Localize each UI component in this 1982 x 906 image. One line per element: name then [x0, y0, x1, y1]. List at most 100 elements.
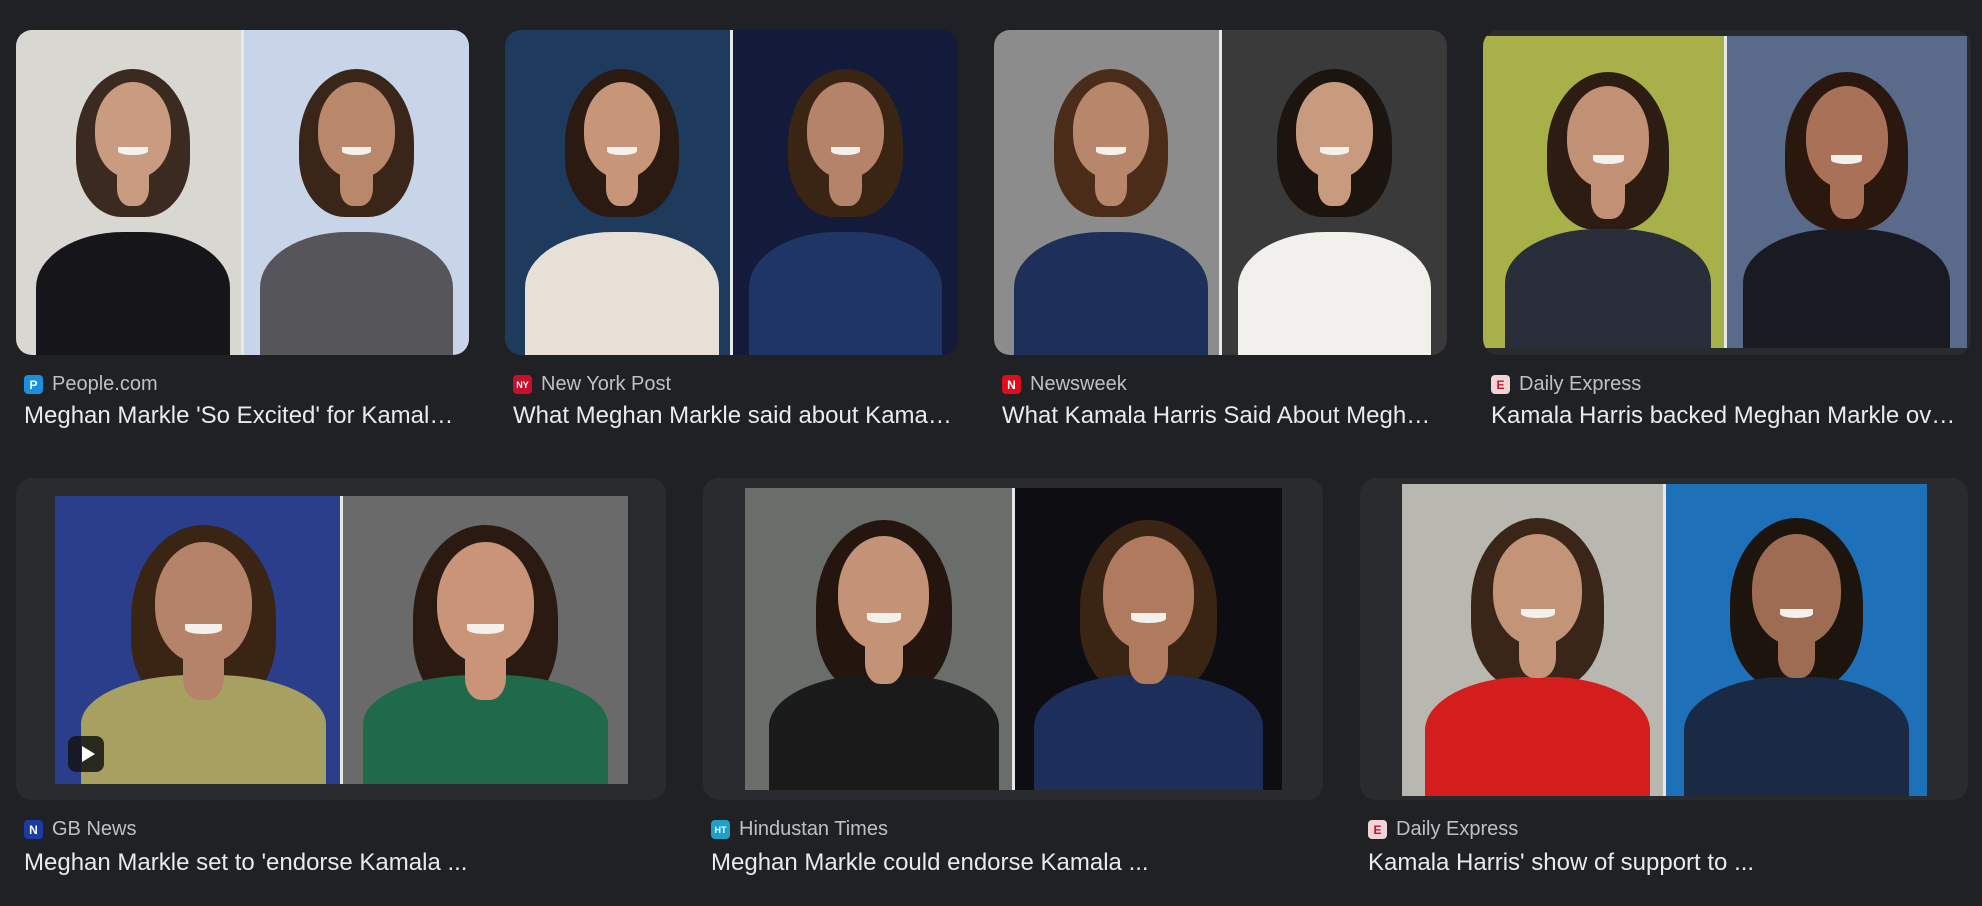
- thumbnail-left-photo: [16, 30, 241, 355]
- image-result-card[interactable]: N GB News Meghan Markle set to 'endorse Ka…: [16, 478, 666, 883]
- person-torso: [1684, 677, 1909, 796]
- image-result-card[interactable]: P People.com Meghan Markle 'So Excited' fo…: [16, 30, 469, 436]
- thumbnail-right-photo: [1015, 488, 1282, 790]
- person-face: [1805, 85, 1888, 189]
- result-thumbnail[interactable]: [994, 30, 1447, 355]
- person-smile: [1831, 155, 1863, 164]
- person-face: [1296, 82, 1373, 178]
- person-smile: [1592, 155, 1624, 164]
- thumbnail-image: [994, 30, 1447, 355]
- person-face: [154, 542, 252, 664]
- thumbnail-right-photo: [1222, 30, 1447, 355]
- result-title-link[interactable]: Kamala Harris backed Meghan Markle over …: [1491, 402, 1966, 430]
- person-face: [1072, 82, 1150, 178]
- result-title-link[interactable]: Meghan Markle could endorse Kamala ...: [711, 849, 1321, 877]
- image-result-card[interactable]: E Daily Express Kamala Harris' show of sup…: [1360, 478, 1968, 883]
- person-face: [1493, 533, 1583, 645]
- image-result-card[interactable]: NY New York Post What Meghan Markle said a…: [505, 30, 958, 436]
- result-source[interactable]: P People.com: [24, 373, 158, 396]
- result-source[interactable]: E Daily Express: [1491, 373, 1641, 396]
- thumbnail-left-photo: [505, 30, 730, 355]
- person-torso: [1033, 675, 1264, 790]
- thumbnail-right-photo: [343, 496, 628, 784]
- person-smile: [607, 147, 637, 155]
- result-source[interactable]: NY New York Post: [513, 373, 671, 396]
- result-thumbnail[interactable]: [1483, 30, 1971, 355]
- play-video-icon[interactable]: [68, 736, 104, 772]
- person-face: [838, 536, 930, 650]
- thumbnail-left-photo: [745, 488, 1012, 790]
- person-face: [1103, 536, 1194, 650]
- person-torso: [769, 675, 999, 790]
- person-smile: [866, 613, 902, 623]
- daily-express-favicon-icon: E: [1368, 820, 1387, 839]
- person-smile: [118, 147, 148, 155]
- person-smile: [1131, 613, 1166, 623]
- person-face: [1752, 533, 1841, 645]
- source-name: Daily Express: [1519, 373, 1642, 395]
- image-result-card[interactable]: E Daily Express Kamala Harris backed Megha…: [1483, 30, 1971, 436]
- thumbnail-right-photo: [733, 30, 958, 355]
- result-title-link[interactable]: Meghan Markle set to 'endorse Kamala ...: [24, 849, 664, 877]
- person-torso: [1014, 231, 1208, 355]
- nypost-favicon-icon: NY: [513, 375, 532, 394]
- thumbnail-image: [16, 30, 469, 355]
- thumbnail-image: [1483, 36, 1967, 348]
- result-source[interactable]: N GB News: [24, 818, 136, 841]
- thumbnail-left-photo: [994, 30, 1219, 355]
- thumbnail-image: [505, 30, 958, 355]
- person-face: [807, 82, 884, 178]
- person-torso: [36, 231, 230, 355]
- person-torso: [1425, 677, 1650, 796]
- person-face: [318, 82, 395, 178]
- source-name: People.com: [52, 373, 158, 395]
- person-torso: [1237, 231, 1432, 355]
- newsweek-favicon-icon: N: [1002, 375, 1021, 394]
- person-torso: [1743, 229, 1951, 348]
- person-face: [437, 542, 534, 664]
- result-thumbnail[interactable]: [505, 30, 958, 355]
- thumbnail-right-photo: [1726, 36, 1967, 348]
- person-smile: [1319, 147, 1350, 155]
- person-torso: [1504, 229, 1712, 348]
- person-torso: [525, 231, 719, 355]
- source-name: Newsweek: [1030, 373, 1127, 395]
- image-result-card[interactable]: N Newsweek What Kamala Harris Said About M…: [994, 30, 1447, 436]
- person-smile: [184, 624, 222, 635]
- result-title-link[interactable]: Kamala Harris' show of support to ...: [1368, 849, 1966, 877]
- result-source[interactable]: N Newsweek: [1002, 373, 1127, 396]
- image-results-grid: P People.com Meghan Markle 'So Excited' fo…: [0, 0, 1982, 906]
- result-source[interactable]: HT Hindustan Times: [711, 818, 888, 841]
- people-favicon-icon: P: [24, 375, 43, 394]
- image-result-card[interactable]: HT Hindustan Times Meghan Markle could end…: [703, 478, 1323, 883]
- daily-express-favicon-icon: E: [1491, 375, 1510, 394]
- person-smile: [1096, 147, 1126, 155]
- thumbnail-image: [55, 496, 628, 784]
- source-name: Hindustan Times: [739, 818, 888, 840]
- source-name: GB News: [52, 818, 137, 840]
- gb-news-favicon-icon: N: [24, 820, 43, 839]
- person-face: [1567, 85, 1649, 189]
- result-thumbnail[interactable]: [16, 30, 469, 355]
- thumbnail-image: [1402, 484, 1927, 796]
- result-thumbnail[interactable]: [16, 478, 666, 800]
- person-torso: [259, 231, 454, 355]
- person-torso: [748, 231, 943, 355]
- person-face: [583, 82, 661, 178]
- result-thumbnail[interactable]: [703, 478, 1323, 800]
- thumbnail-image: [745, 488, 1282, 790]
- result-title-link[interactable]: What Kamala Harris Said About Meghan Mar…: [1002, 402, 1442, 430]
- thumbnail-right-photo: [244, 30, 469, 355]
- thumbnail-right-photo: [1666, 484, 1927, 796]
- person-face: [94, 82, 172, 178]
- result-thumbnail[interactable]: [1360, 478, 1968, 800]
- person-smile: [830, 147, 861, 155]
- result-source[interactable]: E Daily Express: [1368, 818, 1518, 841]
- person-smile: [341, 147, 372, 155]
- result-title-link[interactable]: What Meghan Markle said about Kamala Har…: [513, 402, 953, 430]
- source-name: New York Post: [541, 373, 672, 395]
- thumbnail-left-photo: [1483, 36, 1724, 348]
- source-name: Daily Express: [1396, 818, 1519, 840]
- result-title-link[interactable]: Meghan Markle 'So Excited' for Kamala Ha…: [24, 402, 464, 430]
- thumbnail-left-photo: [1402, 484, 1663, 796]
